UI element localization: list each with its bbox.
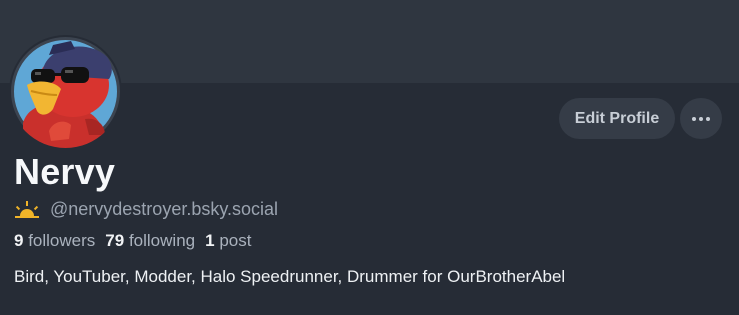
following-link[interactable]: 79 following: [105, 231, 195, 251]
profile-handle[interactable]: @nervydestroyer.bsky.social: [50, 199, 278, 220]
edit-profile-button[interactable]: Edit Profile: [559, 98, 675, 139]
more-horizontal-icon: [692, 116, 710, 121]
display-name: Nervy: [14, 151, 116, 192]
following-label: following: [128, 231, 196, 250]
posts-stat: 1 post: [205, 231, 251, 251]
profile-bio: Bird, YouTuber, Modder, Halo Speedrunner…: [14, 267, 566, 286]
more-options-button[interactable]: [680, 98, 722, 139]
following-count: 79: [105, 231, 125, 250]
handle-row: @nervydestroyer.bsky.social: [14, 197, 278, 221]
followers-label: followers: [28, 231, 96, 250]
posts-count: 1: [205, 231, 215, 250]
avatar-bird-icon: [11, 37, 120, 148]
followers-link[interactable]: 9 followers: [14, 231, 95, 251]
sunrise-icon: [15, 201, 39, 218]
profile-stats: 9 followers 79 following 1 post: [14, 231, 251, 251]
followers-count: 9: [14, 231, 24, 250]
posts-label: post: [219, 231, 252, 250]
profile-avatar[interactable]: [9, 35, 122, 148]
